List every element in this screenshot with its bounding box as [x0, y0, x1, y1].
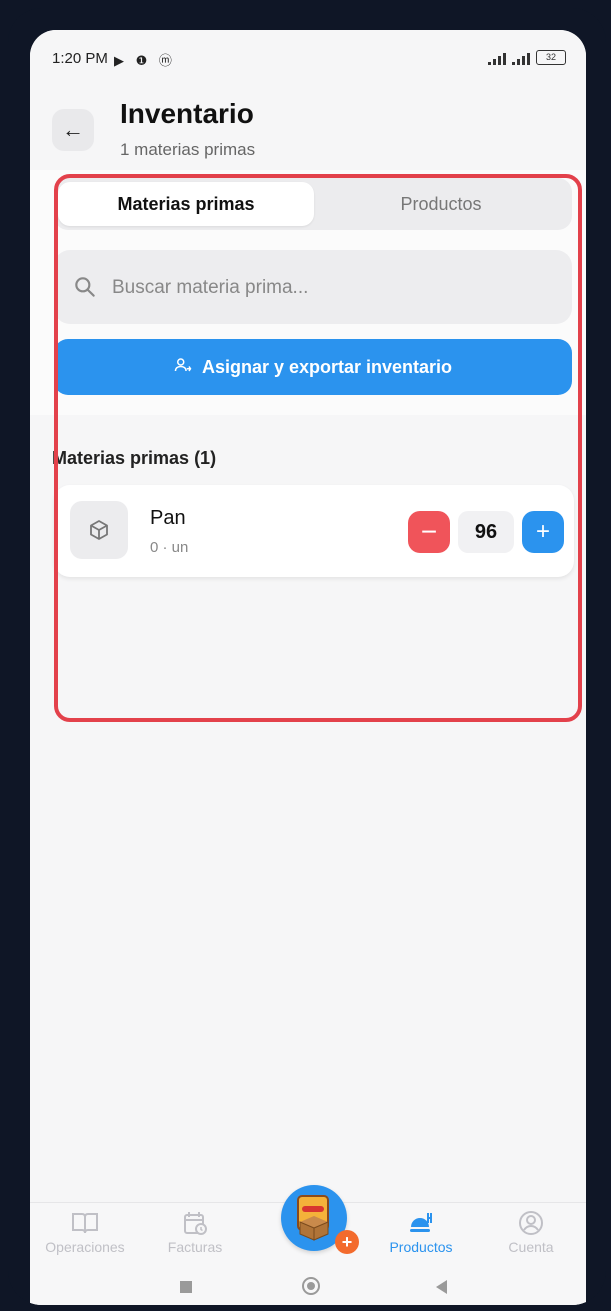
search-input[interactable]: [110, 266, 554, 310]
plus-badge-icon: +: [335, 1230, 359, 1254]
nav-label-productos: Productos: [389, 1239, 453, 1255]
nav-label-facturas: Facturas: [167, 1239, 223, 1255]
arrow-left-icon: ←: [62, 117, 84, 142]
app-screen: 1:20 PM ▶ ❶ ⓜ 32 ← Inventario 1 materias…: [30, 30, 586, 1305]
home-icon[interactable]: [302, 1277, 320, 1295]
status-bar: 1:20 PM ▶ ❶ ⓜ 32: [30, 30, 586, 86]
status-notification-icons: ▶ ❶ ⓜ: [114, 53, 176, 68]
page-title: Inventario: [120, 98, 254, 129]
phone-frame: 1:20 PM ▶ ❶ ⓜ 32 ← Inventario 1 materias…: [8, 8, 606, 1305]
section-title: Materias primas (1): [52, 448, 217, 468]
tab-materias-primas[interactable]: Materias primas: [58, 182, 314, 226]
signal-icon: [488, 53, 506, 65]
box-icon: [90, 520, 108, 540]
page-subtitle: 1 materias primas: [120, 140, 256, 159]
list-item[interactable]: Pan 0 · un − 96 +: [54, 485, 574, 577]
item-meta: 0 · un: [150, 539, 189, 556]
nav-facturas[interactable]: Facturas: [140, 1207, 250, 1255]
decrease-button[interactable]: −: [408, 511, 450, 553]
user-assign-icon: [174, 356, 192, 379]
assign-export-label: Asignar y exportar inventario: [201, 356, 453, 377]
minus-icon: −: [420, 516, 438, 547]
search-icon: [75, 277, 95, 297]
quantity-value[interactable]: 96: [458, 511, 514, 553]
system-nav-bar: [30, 1268, 586, 1305]
nav-label-operaciones: Operaciones: [45, 1239, 125, 1255]
battery-icon: 32: [536, 50, 566, 65]
nav-productos[interactable]: Productos: [366, 1207, 476, 1255]
food-tray-icon: [410, 1213, 432, 1232]
signal-icon-2: [512, 53, 530, 65]
book-icon: [72, 1213, 98, 1234]
back-triangle-icon[interactable]: [436, 1280, 447, 1294]
increase-button[interactable]: +: [522, 511, 564, 553]
search-box: [54, 250, 572, 324]
user-circle-icon: [519, 1211, 543, 1235]
item-thumbnail: [70, 501, 128, 559]
item-name: Pan: [150, 507, 186, 529]
status-time: 1:20 PM: [52, 50, 108, 67]
calendar-clock-icon: [184, 1212, 207, 1235]
back-button[interactable]: ←: [52, 109, 94, 151]
nav-cuenta[interactable]: Cuenta: [476, 1207, 586, 1255]
nav-label-cuenta: Cuenta: [508, 1239, 554, 1255]
mascot-box-icon: [297, 1195, 329, 1241]
nav-operaciones[interactable]: Operaciones: [30, 1207, 140, 1255]
tab-bar: Materias primas Productos: [54, 178, 572, 230]
plus-icon: +: [535, 518, 550, 545]
tab-productos[interactable]: Productos: [314, 182, 568, 226]
assign-export-button[interactable]: Asignar y exportar inventario: [54, 339, 572, 395]
recent-apps-icon[interactable]: [180, 1281, 192, 1293]
status-signals: 32: [488, 50, 566, 65]
